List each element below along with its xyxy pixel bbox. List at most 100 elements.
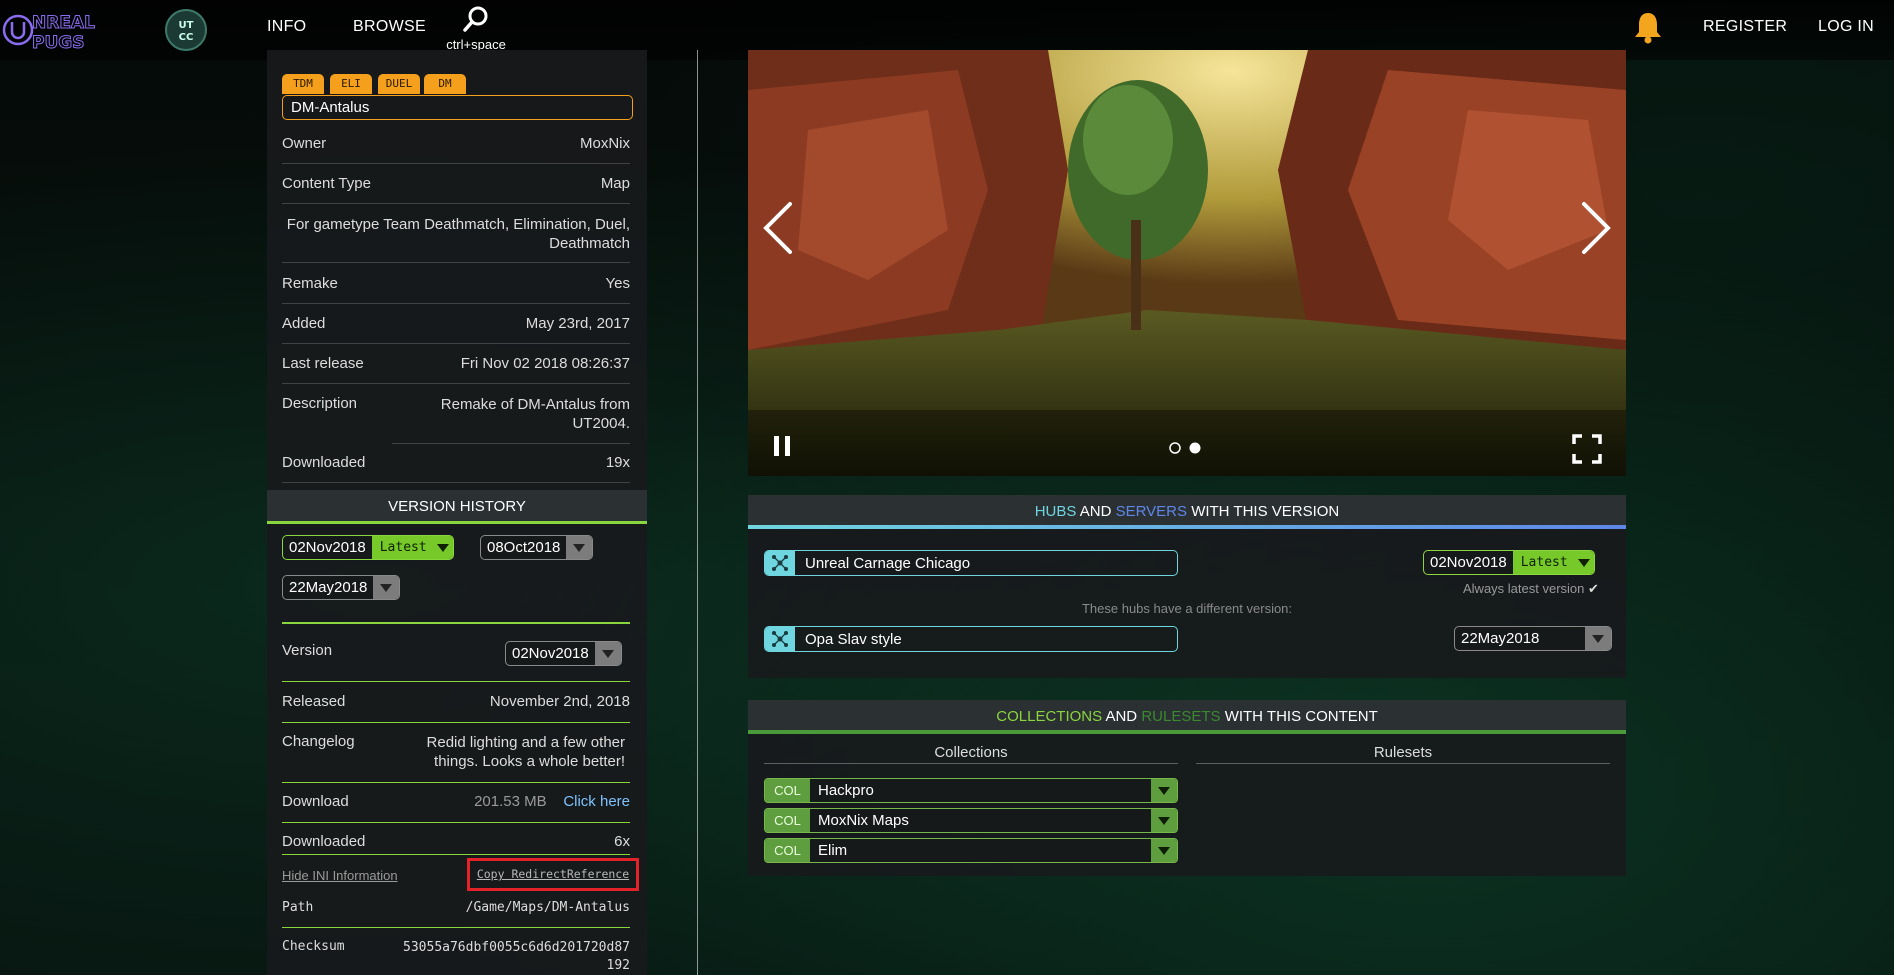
version-08oct2018-pill[interactable]: 08Oct2018: [480, 535, 594, 560]
search-icon: [463, 6, 488, 32]
fullscreen-icon[interactable]: [1572, 434, 1602, 464]
detail-path: Path /Game/Maps/DM-Antalus: [282, 900, 630, 928]
col-badge: COL: [765, 809, 810, 832]
carousel-dots[interactable]: [1168, 440, 1202, 456]
hub-icon: [765, 551, 795, 575]
description-label: Description: [282, 395, 358, 412]
pause-icon[interactable]: [772, 434, 792, 458]
unreal-pugs-logo[interactable]: NREAL PUGS: [2, 8, 127, 54]
hub-unreal-carnage-chicago[interactable]: Unreal Carnage Chicago: [764, 550, 1178, 576]
changelog-value: Redid lighting and a few other things. L…: [426, 734, 625, 770]
hub-version-date: 22May2018: [1461, 630, 1540, 647]
hubs-title: HUBS: [1034, 503, 1077, 520]
nav-info-link[interactable]: INFO: [267, 18, 306, 36]
collections-title-rest: WITH THIS CONTENT: [1224, 708, 1378, 725]
version-history-header: VERSION HISTORY: [267, 490, 647, 524]
detail-changelog: Changelog Redid lighting and a few other…: [282, 733, 630, 783]
chevron-down-icon[interactable]: [373, 576, 400, 599]
detail-download: Download 201.53 MB Click here: [282, 793, 630, 823]
last-release-value: Fri Nov 02 2018 08:26:37: [460, 355, 630, 372]
hub-name: Opa Slav style: [805, 630, 902, 648]
svg-text:NREAL: NREAL: [32, 13, 95, 33]
version-date: 22May2018: [289, 579, 368, 596]
hub-version-select[interactable]: 02Nov2018 Latest: [1423, 550, 1595, 575]
version-select[interactable]: 02Nov2018: [505, 641, 622, 666]
latest-badge: Latest: [1512, 551, 1574, 574]
tag-dm[interactable]: DM: [424, 74, 466, 94]
download-label: Download: [282, 793, 349, 810]
utcc-logo[interactable]: UT CC: [162, 8, 210, 52]
path-label: Path: [282, 900, 314, 915]
login-link[interactable]: LOG IN: [1818, 18, 1874, 36]
version-date: 02Nov2018: [289, 539, 366, 556]
checksum-value: 53055a76dbf0055c6d6d201720d87192: [403, 940, 630, 973]
search-button[interactable]: ctrl+space: [441, 4, 511, 52]
collection-name: Elim: [818, 842, 848, 859]
hide-ini-link[interactable]: Hide INI Information: [282, 868, 398, 883]
svg-text:PUGS: PUGS: [32, 33, 84, 52]
detail-last-release: Last release Fri Nov 02 2018 08:26:37: [282, 355, 630, 384]
hub-version-select-different[interactable]: 22May2018: [1454, 626, 1612, 651]
collections-column-header: Collections: [764, 744, 1178, 764]
download-link[interactable]: Click here: [563, 793, 630, 810]
tag-duel[interactable]: DUEL: [378, 74, 420, 94]
hubs-and: AND: [1079, 503, 1112, 520]
chevron-down-icon[interactable]: [1151, 779, 1177, 802]
tag-tdm[interactable]: TDM: [282, 74, 324, 94]
last-release-label: Last release: [282, 355, 364, 372]
download-size: 201.53 MB: [474, 793, 547, 810]
chevron-down-icon[interactable]: [1151, 809, 1177, 832]
nav-browse-link[interactable]: BROWSE: [353, 18, 426, 36]
chevron-down-icon[interactable]: [1573, 551, 1594, 574]
map-screenshot-image: [748, 50, 1626, 476]
version-02nov2018-pill[interactable]: 02Nov2018 Latest: [282, 535, 454, 560]
path-value: /Game/Maps/DM-Antalus: [465, 900, 630, 915]
download-value: 201.53 MB Click here: [474, 793, 630, 810]
released-value: November 2nd, 2018: [489, 693, 630, 710]
map-name: DM-Antalus: [282, 95, 633, 120]
chevron-down-icon[interactable]: [594, 642, 621, 665]
content-type-value: Map: [600, 175, 630, 192]
screenshot-carousel[interactable]: [748, 50, 1626, 476]
chevron-down-icon[interactable]: [566, 536, 593, 559]
added-value: May 23rd, 2017: [525, 315, 630, 332]
hub-icon: [765, 627, 795, 651]
content-type-label: Content Type: [282, 175, 371, 192]
copy-redirect-reference-button[interactable]: Copy RedirectReference: [467, 858, 639, 891]
detail-remake: Remake Yes: [282, 275, 630, 304]
owner-label: Owner: [282, 135, 327, 152]
chevron-down-icon[interactable]: [1151, 839, 1177, 862]
chevron-down-icon[interactable]: [1585, 627, 1611, 650]
collection-name: Hackpro: [818, 782, 874, 799]
hub-opa-slav-style[interactable]: Opa Slav style: [764, 626, 1178, 652]
previous-slide-arrow-icon[interactable]: [760, 200, 796, 256]
collection-hackpro[interactable]: COL Hackpro: [764, 778, 1178, 803]
version-22may2018-pill[interactable]: 22May2018: [282, 575, 401, 600]
detail-content-type: Content Type Map: [282, 175, 630, 204]
gametypes-text: For gametype Team Deathmatch, Eliminatio…: [286, 216, 630, 252]
different-version-note: These hubs have a different version:: [1081, 601, 1293, 616]
hubs-title-rest: WITH THIS VERSION: [1191, 503, 1340, 520]
version-label: Version: [282, 642, 333, 659]
rulesets-column-header: Rulesets: [1196, 744, 1610, 764]
register-link[interactable]: REGISTER: [1703, 18, 1787, 36]
col-badge: COL: [765, 779, 810, 802]
latest-badge: Latest: [371, 536, 433, 559]
version-date: 08Oct2018: [487, 539, 561, 556]
next-slide-arrow-icon[interactable]: [1578, 200, 1614, 256]
collection-elim[interactable]: COL Elim: [764, 838, 1178, 863]
collections-and: AND: [1105, 708, 1138, 725]
svg-text:UT: UT: [179, 20, 194, 31]
description-value: Remake of DM-Antalus from UT2004.: [440, 396, 630, 432]
changelog-label: Changelog: [282, 733, 355, 750]
owner-value: MoxNix: [579, 135, 630, 152]
chevron-down-icon[interactable]: [432, 536, 453, 559]
hub-name: Unreal Carnage Chicago: [805, 554, 971, 572]
always-latest-text: Always latest version ✔: [1463, 581, 1599, 597]
description-divider: [392, 443, 630, 444]
tag-eli[interactable]: ELI: [330, 74, 372, 94]
added-label: Added: [282, 315, 326, 332]
checksum-label: Checksum: [282, 939, 345, 954]
notification-bell-icon[interactable]: [1632, 10, 1664, 49]
collection-moxnix-maps[interactable]: COL MoxNix Maps: [764, 808, 1178, 833]
